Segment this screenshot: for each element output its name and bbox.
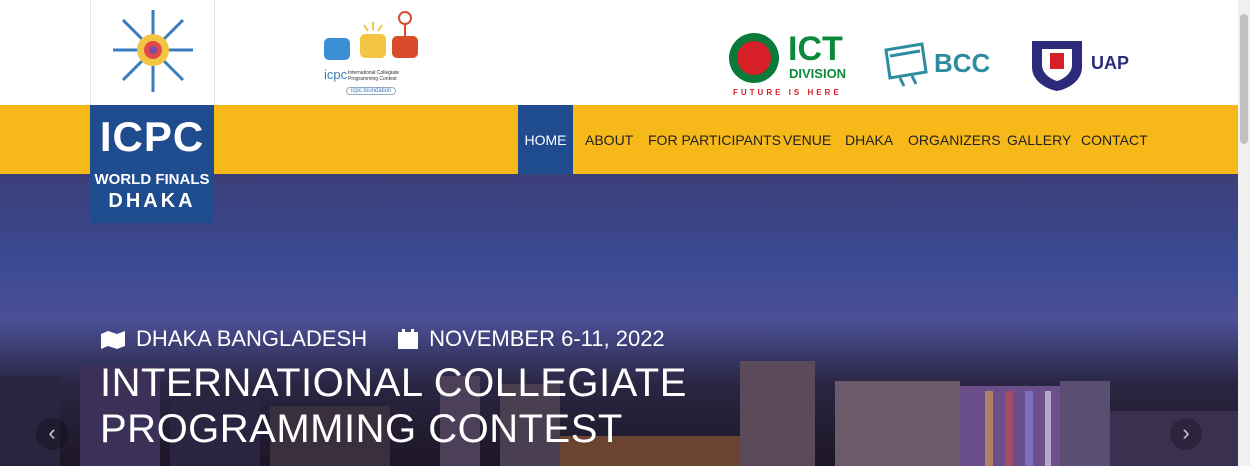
hero-title-line2: PROGRAMMING CONTEST <box>100 407 623 451</box>
logo-world-finals: WORLD FINALS <box>94 171 210 188</box>
nav-home[interactable]: HOME <box>518 105 573 174</box>
nav-about[interactable]: ABOUT <box>585 105 633 174</box>
nav-contact[interactable]: CONTACT <box>1081 105 1148 174</box>
logo-dhaka: DHAKA <box>108 190 196 212</box>
icpc-wordmark: icpc <box>324 67 348 82</box>
bangladesh-seal-icon <box>729 33 779 83</box>
bcc-monitor-icon <box>884 42 928 87</box>
uap-crest-icon <box>1032 41 1082 91</box>
icpc-world-finals-logo[interactable]: ICPC WORLD FINALS DHAKA <box>90 105 214 223</box>
ict-title: ICT <box>788 30 843 68</box>
ict-division: DIVISION <box>789 66 847 81</box>
hero-title-line1: INTERNATIONAL COLLEGIATE <box>100 361 687 405</box>
carousel-next-button[interactable]: › <box>1170 418 1202 450</box>
top-header: icpc International Collegiate Programmin… <box>0 0 1238 105</box>
carousel-prev-button[interactable]: ‹ <box>36 418 68 450</box>
ict-tagline: FUTURE IS HERE <box>733 88 842 97</box>
nav-venue[interactable]: VENUE <box>783 105 831 174</box>
hero-dates: NOVEMBER 6-11, 2022 <box>429 326 665 351</box>
hero-title: INTERNATIONAL COLLEGIATE PROGRAMMING CON… <box>100 360 687 452</box>
logo-title: ICPC <box>99 113 205 160</box>
icpc-foundation-pill: icpc.foundation <box>346 87 397 95</box>
nav-gallery[interactable]: GALLERY <box>1007 105 1071 174</box>
scrollbar-thumb[interactable] <box>1240 14 1248 144</box>
uap-wordmark: UAP <box>1091 53 1130 73</box>
nav-organizers[interactable]: ORGANIZERS <box>908 105 1001 174</box>
page-scrollbar[interactable] <box>1238 0 1250 466</box>
hero-meta: DHAKA BANGLADESH NOVEMBER 6-11, 2022 <box>100 326 665 352</box>
bcc-wordmark: BCC <box>934 48 991 78</box>
hero-location: DHAKA BANGLADESH <box>136 326 368 351</box>
icpc-subtitle: International Collegiate Programming Con… <box>348 70 400 82</box>
nav-dhaka[interactable]: DHAKA <box>845 105 893 174</box>
calendar-icon <box>398 329 419 349</box>
icpc-puzzle-logo[interactable] <box>90 0 215 105</box>
map-icon <box>101 331 125 349</box>
nav-for-participants[interactable]: FOR PARTICIPANTS <box>648 105 781 174</box>
